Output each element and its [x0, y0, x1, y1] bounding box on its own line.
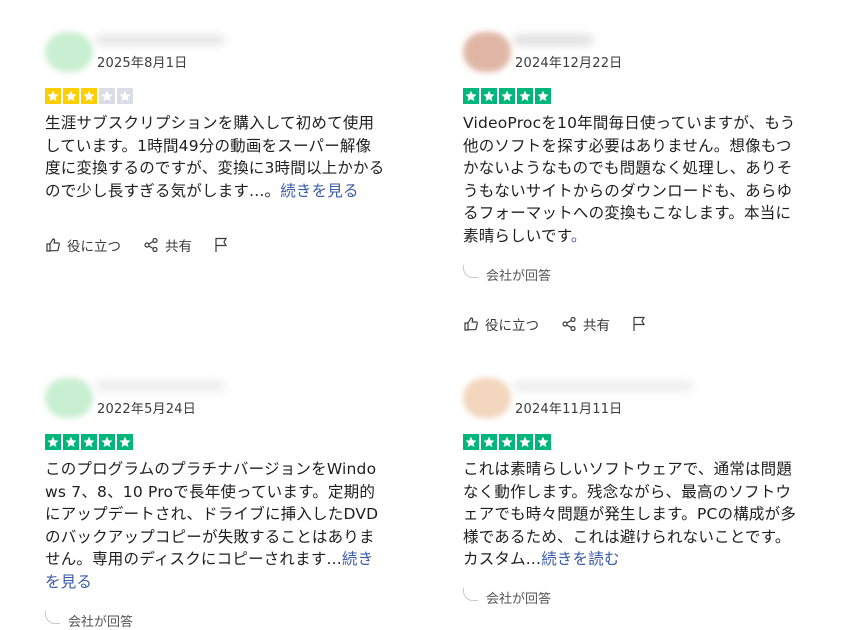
- helpful-label: 役に立つ: [67, 239, 121, 255]
- star-icon: [463, 88, 479, 104]
- star-icon: [117, 434, 133, 450]
- helpful-button[interactable]: 役に立つ: [45, 235, 121, 255]
- company-reply-label: 会社が回答: [68, 614, 134, 630]
- review-text: VideoProcを10年間毎日使っていますが、もう他のソフトを探す必要はありま…: [463, 112, 803, 247]
- read-more-link[interactable]: 続きを読む: [541, 550, 620, 568]
- star-icon: [99, 88, 115, 104]
- read-more-link[interactable]: 。: [571, 227, 587, 245]
- star-icon: [535, 88, 551, 104]
- company-reply[interactable]: 会社が回答: [45, 610, 385, 630]
- star-rating: [45, 434, 385, 450]
- review-date: 2025年8月1日: [97, 56, 188, 71]
- avatar: [45, 32, 93, 72]
- avatar: [463, 378, 511, 418]
- review-text-content: このプログラムのプラチナバージョンをWindows 7、8、10 Proで長年使…: [45, 460, 379, 568]
- flag-icon: [632, 316, 646, 332]
- reply-curve-icon: [463, 264, 478, 278]
- review-text: このプログラムのプラチナバージョンをWindows 7、8、10 Proで長年使…: [45, 458, 385, 593]
- report-button[interactable]: [632, 316, 646, 332]
- review-text: 生涯サブスクリプションを購入して初めて使用しています。1時間49分の動画をスーパ…: [45, 112, 385, 202]
- star-icon: [517, 88, 533, 104]
- read-more-link[interactable]: 続きを見る: [280, 182, 359, 200]
- review-header: 2022年5月24日: [45, 376, 385, 420]
- review-text-content: VideoProcを10年間毎日使っていますが、もう他のソフトを探す必要はありま…: [463, 114, 796, 245]
- helpful-button[interactable]: 役に立つ: [463, 314, 539, 334]
- star-icon: [99, 434, 115, 450]
- star-icon: [45, 88, 61, 104]
- star-icon: [481, 88, 497, 104]
- review-header: 2024年11月11日: [463, 376, 803, 420]
- company-reply-label: 会社が回答: [486, 592, 552, 607]
- company-reply-label: 会社が回答: [486, 268, 552, 284]
- star-icon: [81, 88, 97, 104]
- reviewer-name-blurred: [513, 34, 593, 46]
- star-icon: [63, 434, 79, 450]
- reviewer-name-blurred: [513, 380, 693, 392]
- company-reply[interactable]: 会社が回答: [463, 588, 803, 607]
- star-icon: [535, 434, 551, 450]
- thumbs-up-icon: [463, 316, 479, 332]
- star-rating: [463, 434, 803, 450]
- star-icon: [63, 88, 79, 104]
- reply-curve-icon: [463, 588, 478, 601]
- report-button[interactable]: [214, 237, 228, 253]
- reviewer-name-blurred: [95, 380, 225, 392]
- avatar: [463, 32, 511, 72]
- star-rating: [45, 88, 385, 104]
- review-header: 2025年8月1日: [45, 30, 385, 74]
- review-text-content: これは素晴らしいソフトウェアで、通常は問題なく動作します。残念ながら、最高のソフ…: [463, 460, 797, 568]
- star-icon: [45, 434, 61, 450]
- review-actions: 役に立つ 共有: [463, 313, 803, 335]
- star-icon: [81, 434, 97, 450]
- share-button[interactable]: 共有: [561, 314, 610, 334]
- review-date: 2022年5月24日: [97, 402, 196, 417]
- star-icon: [117, 88, 133, 104]
- review-date: 2024年12月22日: [515, 56, 623, 71]
- review-card: 2022年5月24日 このプログラムのプラチナバージョンをWindows 7、8…: [45, 376, 385, 630]
- company-reply[interactable]: 会社が回答: [463, 264, 803, 284]
- share-icon: [143, 237, 159, 253]
- share-button[interactable]: 共有: [143, 235, 192, 255]
- helpful-label: 役に立つ: [485, 318, 539, 334]
- thumbs-up-icon: [45, 237, 61, 253]
- review-card: 2025年8月1日 生涯サブスクリプションを購入して初めて使用しています。1時間…: [45, 30, 385, 256]
- review-card: 2024年12月22日 VideoProcを10年間毎日使っていますが、もう他の…: [463, 30, 803, 335]
- review-actions: 役に立つ 共有: [45, 234, 385, 256]
- star-icon: [517, 434, 533, 450]
- review-text: これは素晴らしいソフトウェアで、通常は問題なく動作します。残念ながら、最高のソフ…: [463, 458, 803, 571]
- review-header: 2024年12月22日: [463, 30, 803, 74]
- avatar: [45, 378, 93, 418]
- share-label: 共有: [165, 239, 192, 255]
- reply-curve-icon: [45, 610, 60, 624]
- review-date: 2024年11月11日: [515, 402, 623, 417]
- reviewer-name-blurred: [95, 34, 225, 46]
- review-card: 2024年11月11日 これは素晴らしいソフトウェアで、通常は問題なく動作します…: [463, 376, 803, 607]
- flag-icon: [214, 237, 228, 253]
- share-icon: [561, 316, 577, 332]
- star-icon: [463, 434, 479, 450]
- star-icon: [499, 434, 515, 450]
- star-rating: [463, 88, 803, 104]
- star-icon: [499, 88, 515, 104]
- share-label: 共有: [583, 318, 610, 334]
- star-icon: [481, 434, 497, 450]
